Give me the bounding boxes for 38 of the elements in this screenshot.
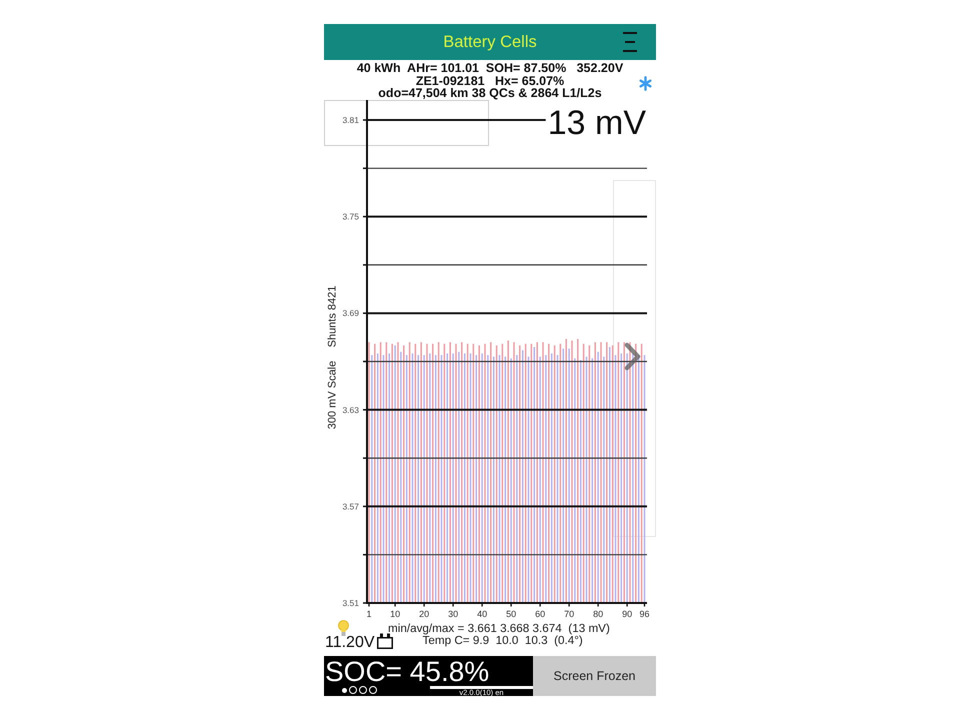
aux-battery-voltage-text: 11.20V bbox=[325, 634, 375, 651]
x-tick-label: 1 bbox=[366, 609, 372, 619]
x-tick-label: 50 bbox=[506, 609, 516, 619]
shunt-count-label: Shunts 8421 bbox=[326, 286, 338, 348]
x-tick-label: 90 bbox=[622, 609, 632, 619]
page-dot-icon[interactable] bbox=[359, 686, 367, 694]
temperature-text: Temp C= 9.9 10.0 10.3 (0.4°) bbox=[422, 634, 583, 647]
battery-stats-text: 40 kWh AHr= 101.01 SOH= 87.50% 352.20V bbox=[356, 62, 624, 74]
x-tick-label: 70 bbox=[564, 609, 574, 619]
lightbulb-icon bbox=[338, 620, 349, 636]
screen-title: Battery Cells bbox=[443, 32, 537, 52]
x-tick-label: 30 bbox=[448, 609, 458, 619]
x-tick-label: 80 bbox=[593, 609, 604, 619]
vehicle-id-text: ZE1-092181 Hx= 65.07% bbox=[416, 74, 564, 87]
x-tick-label: 40 bbox=[477, 609, 488, 619]
x-tick-label: 20 bbox=[419, 609, 430, 619]
battery-icon bbox=[376, 633, 393, 649]
page-dot-icon[interactable] bbox=[369, 686, 377, 694]
x-tick-label: 96 bbox=[640, 609, 650, 619]
y-tick-label: 3.81 bbox=[342, 115, 359, 125]
screen-frozen-button[interactable]: Screen Frozen bbox=[533, 656, 656, 696]
soc-text: SOC= 45.8% bbox=[325, 658, 490, 685]
y-tick-label: 3.75 bbox=[342, 212, 359, 222]
cell-spread-text: 13 mV bbox=[548, 104, 646, 142]
menu-icon[interactable] bbox=[623, 32, 637, 52]
y-axis-title: 300 mV Scale bbox=[326, 360, 338, 430]
x-tick-label: 10 bbox=[390, 609, 400, 619]
y-tick-label: 3.51 bbox=[342, 598, 359, 608]
y-tick-label: 3.57 bbox=[342, 501, 359, 512]
y-tick-label: 3.69 bbox=[342, 308, 359, 318]
asterisk-icon bbox=[639, 76, 652, 91]
page-dot-icon[interactable] bbox=[342, 688, 347, 692]
cell-voltage-stats-text: min/avg/max = 3.661 3.668 3.674 (13 mV) bbox=[388, 622, 610, 635]
x-tick-label: 60 bbox=[535, 609, 546, 619]
odometer-text: odo=47,504 km 38 QCs & 2864 L1/L2s bbox=[378, 87, 602, 100]
page-dot-icon[interactable] bbox=[349, 686, 357, 694]
chevron-right-icon[interactable] bbox=[624, 342, 640, 370]
y-tick-label: 3.63 bbox=[342, 404, 359, 415]
